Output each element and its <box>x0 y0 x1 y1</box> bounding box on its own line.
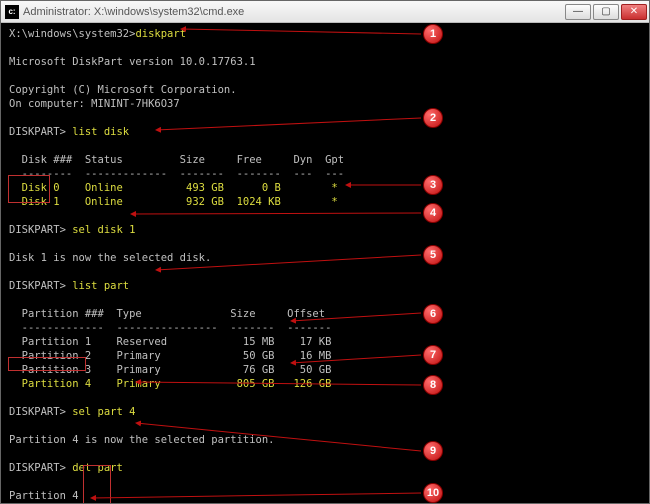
version-line: Microsoft DiskPart version 10.0.17763.1 <box>9 55 641 69</box>
callout-3: 3 <box>423 175 443 195</box>
callout-7: 7 <box>423 345 443 365</box>
callout-5: 5 <box>423 245 443 265</box>
window-title: Administrator: X:\windows\system32\cmd.e… <box>23 6 565 18</box>
computer-line: On computer: MININT-7HK6O37 <box>9 97 641 111</box>
part-row: Partition 3 Primary 76 GB 50 GB <box>9 363 641 377</box>
cmd-diskpart: diskpart <box>135 28 186 40</box>
window-controls: — ▢ ✕ <box>565 4 647 20</box>
cmd-listdisk: list disk <box>72 126 129 138</box>
disk-row: Disk 0 Online 493 GB 0 B * <box>9 181 641 195</box>
det-title: Partition 4 <box>9 489 641 503</box>
prompt: X:\windows\system32> <box>9 28 135 40</box>
close-button[interactable]: ✕ <box>621 4 647 20</box>
terminal[interactable]: X:\windows\system32>diskpart Microsoft D… <box>1 23 649 503</box>
cmd-selpart: sel part 4 <box>72 406 135 418</box>
callout-9: 9 <box>423 441 443 461</box>
titlebar[interactable]: c: Administrator: X:\windows\system32\cm… <box>1 1 649 23</box>
disk-table-dash: -------- ------------- ------- ------- -… <box>9 167 641 181</box>
part-table-dash: ------------- ---------------- ------- -… <box>9 321 641 335</box>
part-row: Partition 1 Reserved 15 MB 17 KB <box>9 335 641 349</box>
disk-table-header: Disk ### Status Size Free Dyn Gpt <box>9 153 641 167</box>
part-selected-msg: Partition 4 is now the selected partitio… <box>9 433 641 447</box>
part-row: Partition 4 Primary 805 GB 126 GB <box>9 377 641 391</box>
callout-8: 8 <box>423 375 443 395</box>
cmd-listpart: list part <box>72 280 129 292</box>
minimize-button[interactable]: — <box>565 4 591 20</box>
callout-6: 6 <box>423 304 443 324</box>
maximize-button[interactable]: ▢ <box>593 4 619 20</box>
cmd-window: c: Administrator: X:\windows\system32\cm… <box>0 0 650 504</box>
part-table-header: Partition ### Type Size Offset <box>9 307 641 321</box>
cmd-icon: c: <box>5 5 19 19</box>
cmd-seldisk: sel disk 1 <box>72 224 135 236</box>
callout-10: 10 <box>423 483 443 503</box>
copyright-line: Copyright (C) Microsoft Corporation. <box>9 83 641 97</box>
disk-selected-msg: Disk 1 is now the selected disk. <box>9 251 641 265</box>
cmd-detpart: det part <box>72 462 123 474</box>
disk-row: Disk 1 Online 932 GB 1024 KB * <box>9 195 641 209</box>
part-row: Partition 2 Primary 50 GB 16 MB <box>9 349 641 363</box>
callout-2: 2 <box>423 108 443 128</box>
callout-4: 4 <box>423 203 443 223</box>
callout-1: 1 <box>423 24 443 44</box>
